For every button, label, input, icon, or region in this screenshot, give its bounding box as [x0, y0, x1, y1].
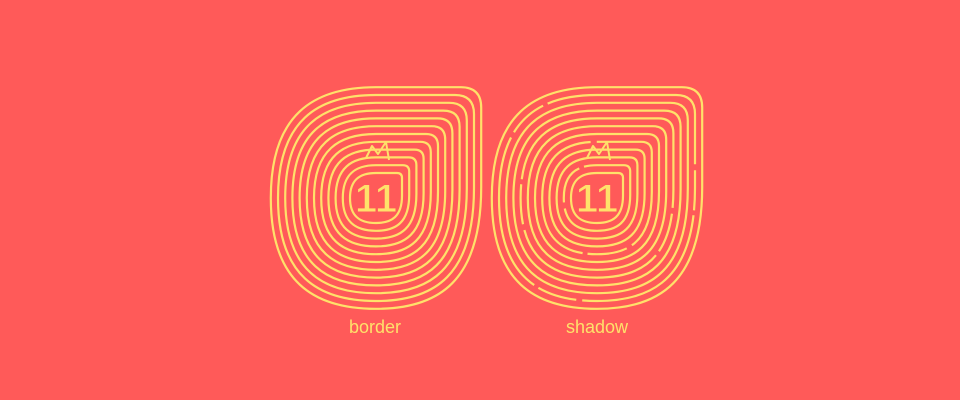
border-caption: border: [348, 317, 402, 337]
border-badge-number: 11: [355, 177, 397, 221]
canvas: 11 11 border shadow: [0, 0, 960, 400]
shadow-rings-graphic: 11: [490, 86, 704, 310]
shadow-badge-number: 11: [576, 177, 618, 221]
shadow-figure: 11: [490, 86, 704, 310]
border-rings-graphic: 11: [269, 86, 483, 310]
shadow-caption: shadow: [565, 317, 629, 337]
border-figure: 11: [269, 86, 483, 310]
